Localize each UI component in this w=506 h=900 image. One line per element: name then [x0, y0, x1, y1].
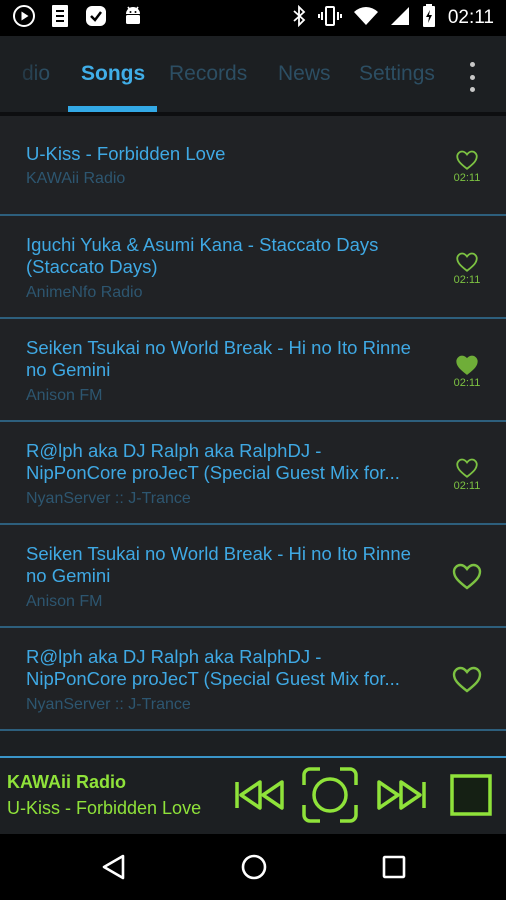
song-time: 02:11 [453, 480, 481, 492]
check-bubble-icon [84, 4, 108, 33]
vibrate-icon [317, 5, 342, 32]
recents-icon [382, 855, 406, 879]
list-item[interactable]: R@lph aka DJ Ralph aka RalphDJ - NipPonC… [0, 628, 506, 731]
tab-fade [0, 36, 44, 112]
heart-outline-icon [456, 150, 478, 170]
status-time: 02:11 [447, 7, 494, 28]
song-title: U-Kiss - Forbidden Love [26, 143, 226, 164]
favorite-button[interactable]: 02:11 [448, 355, 486, 389]
tab-news[interactable]: News [278, 62, 331, 86]
next-button[interactable] [375, 778, 427, 817]
status-bar: 02:11 [0, 0, 506, 36]
play-record-icon [302, 767, 358, 823]
song-title: Seiken Tsukai no World Break - Hi no Ito… [26, 543, 411, 586]
back-icon [102, 854, 125, 880]
song-station: AnimeNfo Radio [26, 284, 143, 301]
favorite-button[interactable]: 02:11 [448, 458, 486, 492]
tab-bar: dio Songs Records News Settings [0, 36, 506, 116]
list-item[interactable]: Seiken Tsukai no World Break - Hi no Ito… [0, 319, 506, 422]
list-item[interactable]: U-Kiss - Forbidden Love KAWAii Radio 02:… [0, 116, 506, 216]
song-station: KAWAii Radio [26, 170, 126, 187]
song-station: Anison FM [26, 387, 103, 404]
song-station: NyanServer :: J-Trance [26, 490, 191, 507]
heart-outline-icon [456, 458, 478, 478]
song-title: R@lph aka DJ Ralph aka RalphDJ - NipPonC… [26, 646, 400, 689]
heart-outline-icon [452, 563, 482, 590]
list-item[interactable]: Seiken Tsukai no World Break - Hi no Ito… [0, 525, 506, 628]
tab-songs[interactable]: Songs [81, 62, 145, 86]
bluetooth-icon [292, 4, 306, 32]
song-title: Seiken Tsukai no World Break - Hi no Ito… [26, 337, 411, 380]
skip-previous-icon [235, 780, 284, 810]
heart-outline-icon [456, 252, 478, 272]
skip-next-icon [377, 780, 426, 810]
song-station: Anison FM [26, 593, 103, 610]
song-title: R@lph aka DJ Ralph aka RalphDJ - NipPonC… [26, 440, 400, 483]
now-playing-song: U-Kiss - Forbidden Love [7, 798, 202, 818]
wifi-icon [353, 6, 378, 31]
favorite-button[interactable]: 02:11 [448, 252, 486, 286]
song-list[interactable]: U-Kiss - Forbidden Love KAWAii Radio 02:… [0, 116, 506, 756]
now-playing-station: KAWAii Radio [7, 772, 127, 792]
song-time: 02:11 [453, 274, 481, 286]
signal-icon [390, 6, 410, 31]
home-icon [241, 854, 267, 880]
tab-records[interactable]: Records [169, 62, 247, 86]
stop-button[interactable] [450, 774, 492, 821]
back-button[interactable] [100, 852, 128, 887]
list-item[interactable]: Iguchi Yuka & Asumi Kana - Staccato Days… [0, 216, 506, 319]
now-playing-bar: KAWAii Radio U-Kiss - Forbidden Love [0, 756, 506, 834]
list-item[interactable]: R@lph aka DJ Ralph aka RalphDJ - NipPonC… [0, 422, 506, 525]
app-badge-icon [50, 4, 70, 33]
tab-settings[interactable]: Settings [359, 62, 435, 86]
home-button[interactable] [239, 852, 269, 887]
play-circle-icon [12, 4, 36, 33]
song-time: 02:11 [453, 377, 481, 389]
recents-button[interactable] [379, 852, 409, 887]
favorite-button[interactable]: 02:11 [448, 150, 486, 184]
system-nav-bar [0, 834, 506, 900]
song-station: NyanServer :: J-Trance [26, 696, 191, 713]
favorite-button[interactable] [448, 563, 486, 597]
play-button[interactable] [300, 765, 360, 830]
android-icon [122, 4, 144, 33]
song-time: 02:11 [453, 172, 481, 184]
heart-filled-icon [456, 355, 478, 375]
favorite-button[interactable] [448, 666, 486, 700]
song-title: Iguchi Yuka & Asumi Kana - Staccato Days… [26, 234, 379, 277]
previous-button[interactable] [234, 778, 286, 817]
battery-charging-icon [422, 3, 436, 33]
overflow-menu-icon[interactable] [460, 62, 484, 92]
stop-icon [450, 774, 492, 816]
heart-outline-icon [452, 666, 482, 693]
